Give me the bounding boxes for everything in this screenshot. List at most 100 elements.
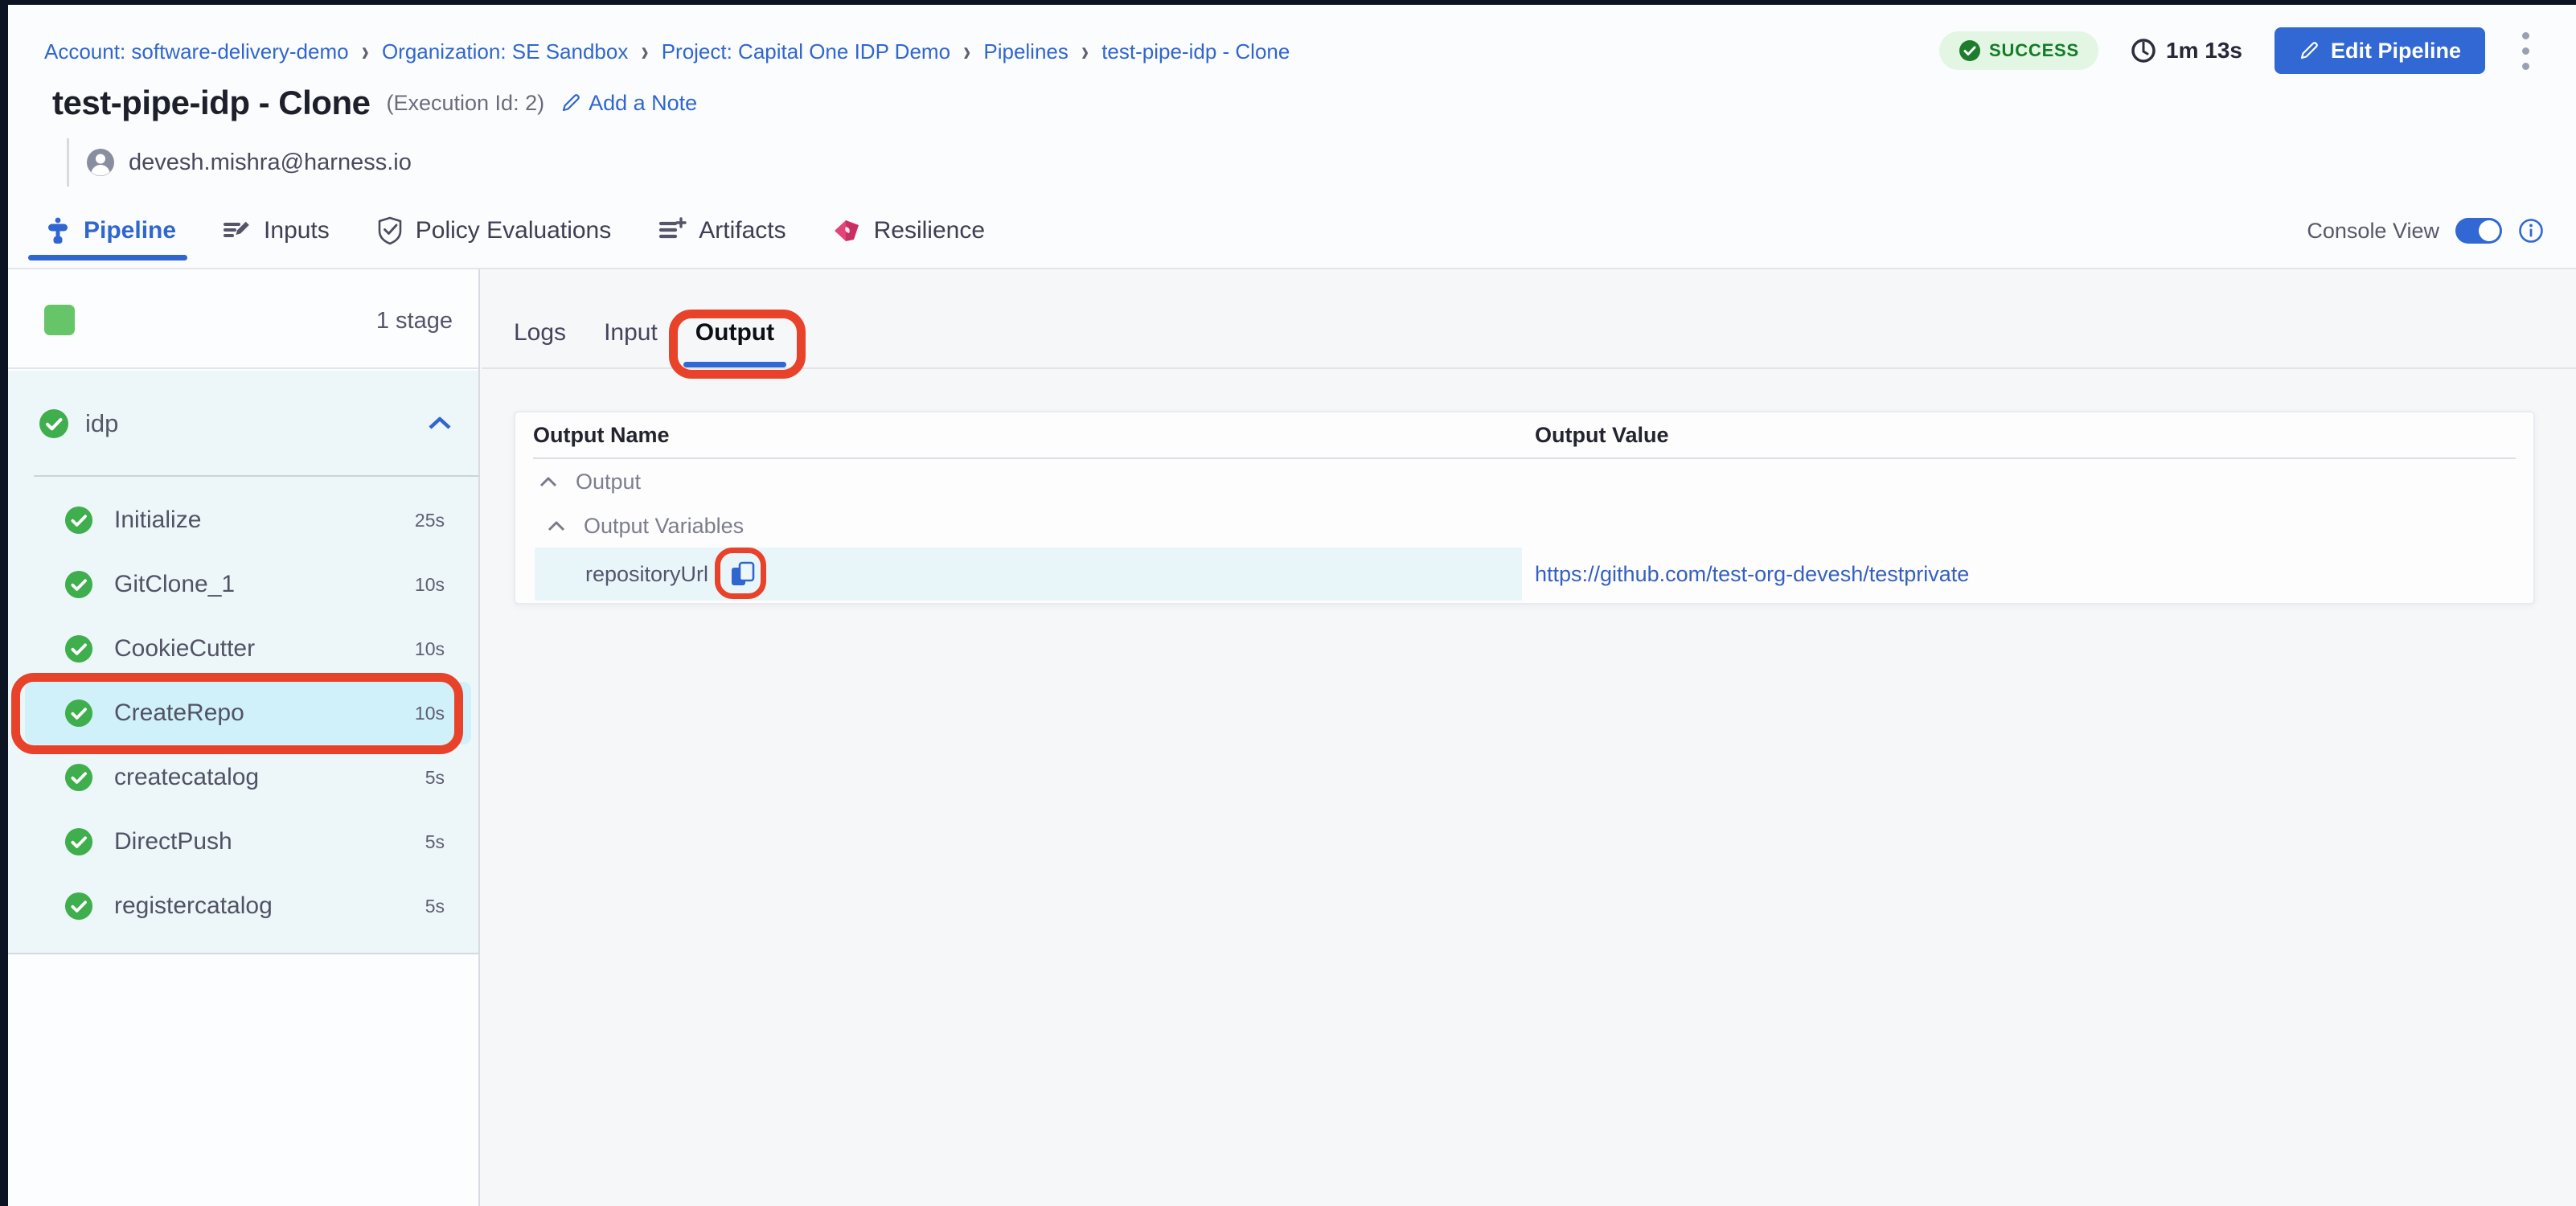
execution-nav-tabs: Pipeline Inputs Policy Evaluations [44,194,2544,268]
breadcrumb-separator: › [362,35,369,68]
edit-pipeline-button[interactable]: Edit Pipeline [2275,27,2485,74]
success-check-icon [64,699,93,728]
step-duration: 5s [425,831,445,853]
step-row-createcatalog[interactable]: createcatalog 5s [8,745,478,810]
breadcrumb-project[interactable]: Project: Capital One IDP Demo [662,39,950,64]
step-name: registercatalog [114,892,273,920]
duration-label: 1m 13s [2166,38,2242,64]
tab-artifacts[interactable]: Artifacts [658,217,786,244]
collapsed-nav-rail [0,0,8,1206]
chevron-up-icon [539,475,558,488]
artifacts-icon [658,217,687,244]
copy-icon [727,558,759,590]
inputs-icon [223,217,252,244]
column-output-name: Output Name [533,423,1535,448]
tab-pipeline[interactable]: Pipeline [44,217,176,244]
title-row: test-pipe-idp - Clone (Execution Id: 2) … [52,84,697,122]
pencil-icon [2299,40,2320,61]
tab-resilience[interactable]: Resilience [833,217,985,244]
tab-logs[interactable]: Logs [514,319,566,347]
info-icon[interactable] [2518,218,2544,244]
tab-policy-evaluations-label: Policy Evaluations [416,217,611,244]
step-row-registercatalog[interactable]: registercatalog 5s [8,874,478,938]
stage-status-square[interactable] [44,305,75,335]
user-avatar-icon [85,147,116,178]
step-row-initialize[interactable]: Initialize 25s [8,488,478,552]
output-variable-row[interactable]: repositoryUrl https://github.com/test-or… [533,548,2516,601]
add-note-label: Add a Note [589,91,697,116]
output-table-card: Output Name Output Value Output Output V… [514,411,2535,605]
tab-policy-evaluations[interactable]: Policy Evaluations [376,216,611,245]
pipeline-execution-page: Account: software-delivery-demo › Organi… [0,0,2576,1206]
pipeline-icon [44,217,72,244]
status-badge-label: SUCCESS [1989,40,2079,61]
step-name: GitClone_1 [114,571,235,598]
group-label: Output Variables [584,514,744,539]
more-options-menu[interactable] [2517,27,2534,75]
stage-panel: idp Initialize 25s GitClone_1 10s [8,371,478,954]
success-check-icon [1959,39,1981,62]
console-view-cluster: Console View [2307,218,2544,244]
step-name: CreateRepo [114,699,244,727]
resilience-chaos-icon [833,217,862,244]
shield-check-icon [376,216,404,245]
step-duration: 10s [415,703,445,724]
success-check-icon [64,827,93,856]
group-label: Output [576,470,641,494]
step-row-gitclone[interactable]: GitClone_1 10s [8,552,478,617]
output-variable-value[interactable]: https://github.com/test-org-devesh/testp… [1535,548,1969,601]
breadcrumb: Account: software-delivery-demo › Organi… [44,37,1290,66]
stage-name: idp [85,409,118,438]
breadcrumb-separator: › [1081,35,1089,68]
breadcrumb-separator: › [963,35,970,68]
stage-summary-bar: 1 stage [8,269,478,369]
output-group-row[interactable]: Output [533,459,2516,504]
page-title: test-pipe-idp - Clone [52,84,370,122]
step-details-panel: Logs Input Output Output Name Output Val… [482,269,2576,1206]
tab-resilience-label: Resilience [874,217,985,244]
breadcrumb-organization[interactable]: Organization: SE Sandbox [382,39,628,64]
stage-row-idp[interactable]: idp [8,371,478,477]
step-name: CookieCutter [114,635,255,662]
status-badge: SUCCESS [1939,31,2098,70]
console-view-label: Console View [2307,219,2439,244]
breadcrumb-separator: › [641,35,648,68]
tab-pipeline-label: Pipeline [84,217,176,244]
breadcrumb-pipelines[interactable]: Pipelines [983,39,1069,64]
page-header: Account: software-delivery-demo › Organi… [8,5,2576,269]
step-duration: 25s [415,510,445,531]
pencil-icon [560,92,581,113]
step-row-directpush[interactable]: DirectPush 5s [8,810,478,874]
column-output-value: Output Value [1535,423,1669,448]
add-note-link[interactable]: Add a Note [560,91,697,116]
breadcrumb-account[interactable]: Account: software-delivery-demo [44,39,349,64]
step-row-createrepo-selected[interactable]: CreateRepo 10s [8,681,478,745]
step-list: Initialize 25s GitClone_1 10s CookieCutt… [8,477,478,938]
chevron-up-icon[interactable] [427,414,453,433]
success-check-icon [64,506,93,535]
output-variables-group-row[interactable]: Output Variables [533,504,2516,548]
tab-input[interactable]: Input [604,319,658,347]
execution-sidebar: 1 stage idp Initialize 25s [8,269,480,1206]
copy-button[interactable] [727,558,759,590]
tab-output[interactable]: Output [695,319,774,347]
step-detail-tabs: Logs Input Output [482,269,2576,369]
chevron-up-icon [547,519,566,532]
success-check-icon [64,634,93,663]
output-table-header: Output Name Output Value [533,412,2516,457]
success-check-icon [39,408,69,439]
tab-inputs[interactable]: Inputs [223,217,330,244]
header-actions: SUCCESS 1m 13s Edit Pipeline [1939,26,2534,76]
triggered-by: devesh.mishra@harness.io [67,138,412,187]
tab-inputs-label: Inputs [264,217,330,244]
stage-count-label: 1 stage [376,308,453,334]
breadcrumb-current-pipeline[interactable]: test-pipe-idp - Clone [1101,39,1290,64]
step-name: DirectPush [114,828,232,855]
step-row-cookiecutter[interactable]: CookieCutter 10s [8,617,478,681]
step-duration: 10s [415,574,445,596]
success-check-icon [64,763,93,792]
execution-duration: 1m 13s [2131,38,2242,64]
console-view-toggle[interactable] [2455,218,2502,244]
step-duration: 5s [425,767,445,789]
step-name: createcatalog [114,764,259,791]
